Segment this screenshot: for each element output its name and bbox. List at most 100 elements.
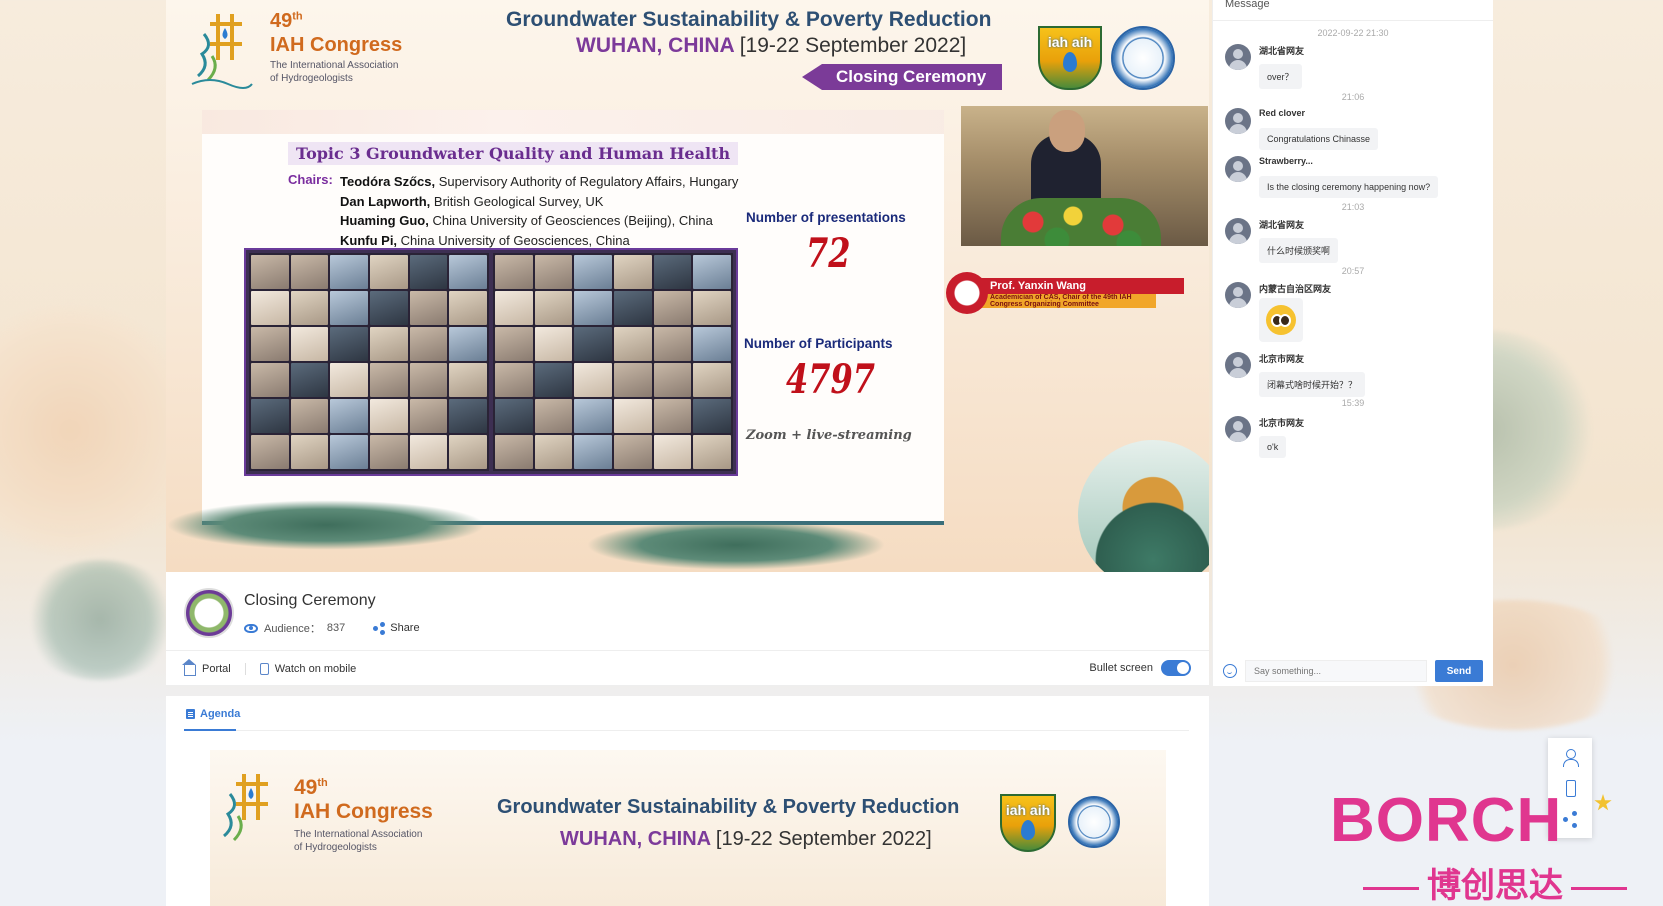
participant-video-tile [574, 399, 612, 433]
participant-video-tile [409, 291, 448, 325]
iah-aih-logo-icon: iah aih [1038, 26, 1102, 90]
stream-toolbar: Portal Watch on mobile [182, 658, 371, 680]
participant-video-tile [449, 291, 487, 325]
participant-video-tile [614, 255, 652, 289]
participant-video-tile [290, 255, 329, 289]
presentations-label: Number of presentations [746, 210, 906, 225]
congress-logo-icon [191, 14, 253, 89]
watch-on-mobile-button[interactable]: Watch on mobile [259, 663, 371, 675]
participant-video-tile [370, 255, 408, 289]
portal-link[interactable]: Portal [182, 659, 245, 676]
congress-number: 49th [294, 776, 328, 799]
borch-watermark-logo: BORCH 博创思达 [1330, 790, 1660, 906]
chair-entry: Dan Lapworth, British Geological Survey,… [340, 193, 604, 209]
bullet-screen-control: Bullet screen [1089, 660, 1191, 676]
closing-ceremony-ribbon: Closing Ceremony [802, 64, 1002, 90]
chat-username: Strawberry... [1259, 156, 1313, 166]
participant-video-tile [290, 399, 329, 433]
share-button[interactable]: Share [373, 622, 420, 635]
participant-video-tile [449, 255, 487, 289]
chat-header: Message [1225, 0, 1270, 10]
participant-video-tile [449, 363, 487, 397]
participant-video-tile [693, 399, 731, 433]
document-icon [186, 709, 195, 719]
participants-value: 4797 [786, 356, 876, 403]
participant-video-tile [495, 435, 533, 469]
participant-video-tile [614, 291, 652, 325]
participant-video-tile [251, 255, 289, 289]
zoom-gallery-pane [249, 253, 489, 471]
participant-video-tile [409, 363, 448, 397]
yellow-crane-tower-illustration [1078, 440, 1209, 572]
participant-video-tile [330, 435, 368, 469]
congress-association: The International Association of Hydroge… [270, 60, 399, 84]
participant-video-tile [653, 399, 692, 433]
portal-label: Portal [202, 663, 231, 675]
participant-video-tile [290, 291, 329, 325]
participant-video-tile [330, 291, 368, 325]
congress-location-dates: WUHAN, CHINA [19-22 September 2022] [576, 34, 967, 57]
agenda-banner-image: 49th IAH Congress The International Asso… [210, 750, 1166, 906]
emoji-picker-icon[interactable] [1223, 664, 1237, 678]
avatar [1225, 282, 1251, 308]
user-icon[interactable] [1561, 748, 1579, 768]
watch-on-mobile-label: Watch on mobile [274, 663, 357, 675]
eye-icon [244, 623, 258, 633]
slide-topic-title: Topic 3 Groundwater Quality and Human He… [288, 142, 739, 165]
chat-timestamp: 21:03 [1341, 202, 1365, 212]
chat-panel: Message 2022-09-22 21:30 湖北省网友 over？ 21:… [1212, 0, 1493, 686]
pine-decoration [586, 520, 886, 570]
participant-video-tile [290, 435, 329, 469]
participant-video-tile [449, 399, 487, 433]
speaker-name-tag: Prof. Yanxin Wang Academician of CAS, Ch… [946, 272, 1186, 314]
congress-avatar [184, 588, 234, 638]
participant-video-tile [370, 435, 408, 469]
participant-video-tile [534, 363, 573, 397]
participant-video-tile [534, 399, 573, 433]
bullet-screen-label: Bullet screen [1089, 662, 1153, 674]
participant-video-tile [495, 291, 533, 325]
participant-video-tile [693, 291, 731, 325]
tab-agenda[interactable]: Agenda [186, 708, 240, 720]
chat-input[interactable] [1245, 660, 1427, 682]
send-button[interactable]: Send [1435, 660, 1483, 682]
chat-timestamp: 2022-09-22 21:30 [1317, 28, 1389, 38]
share-label: Share [390, 622, 420, 634]
bullet-screen-toggle[interactable] [1161, 660, 1191, 676]
participant-video-tile [653, 255, 692, 289]
agenda-panel: Agenda 49th IAH Congress The Internation… [166, 696, 1209, 906]
congress-theme: Groundwater Sustainability & Poverty Red… [497, 796, 960, 818]
participant-video-tile [251, 291, 289, 325]
participant-video-tile [574, 363, 612, 397]
chat-bubble: Is the closing ceremony happening now? [1259, 176, 1439, 198]
star-icon [1594, 794, 1612, 811]
participant-video-tile [495, 255, 533, 289]
participant-video-tile [251, 327, 289, 361]
participant-video-tile [534, 255, 573, 289]
avatar [1225, 218, 1251, 244]
participant-video-tile [574, 435, 612, 469]
participant-video-tile [409, 399, 448, 433]
chat-timestamp: 21:06 [1341, 92, 1365, 102]
participant-video-tile [449, 327, 487, 361]
zoom-gallery-pane [493, 253, 733, 471]
chat-username: 北京市网友 [1259, 418, 1305, 428]
audience-count: 837 [326, 622, 346, 634]
chat-username: 内蒙古自治区网友 [1259, 284, 1332, 294]
chair-entry: Huaming Guo, China University of Geoscie… [340, 213, 713, 228]
participant-video-tile [495, 399, 533, 433]
chat-bubble: 什么时候颁奖啊 [1259, 238, 1339, 263]
chat-bubble: 闭幕式啥时候开始？？ [1259, 372, 1366, 397]
chat-message-list[interactable]: 2022-09-22 21:30 湖北省网友 over？ 21:06 Red c… [1213, 22, 1493, 642]
participant-video-tile [574, 327, 612, 361]
participant-video-tile [614, 399, 652, 433]
chat-timestamp: 20:57 [1341, 266, 1365, 276]
chat-bubble [1259, 298, 1303, 342]
chat-bubble: over？ [1259, 64, 1302, 89]
participant-video-tile [330, 363, 368, 397]
video-player[interactable]: 49th IAH Congress The International Asso… [166, 0, 1209, 572]
chairs-list: Teodóra Szőcs, Supervisory Authority of … [340, 172, 738, 250]
grin-emoji-icon [1266, 305, 1296, 335]
participant-video-tile [370, 327, 408, 361]
participant-video-tile [449, 435, 487, 469]
